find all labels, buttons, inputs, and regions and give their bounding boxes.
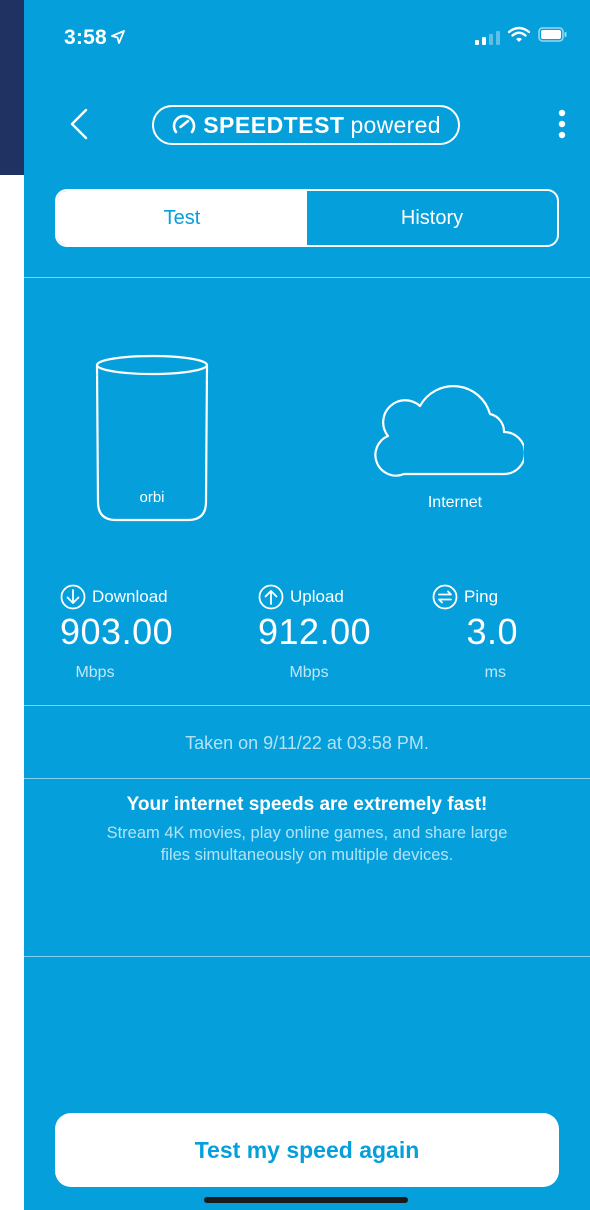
internet-label: Internet [427,494,483,511]
speedometer-icon [172,114,196,134]
upload-label: Upload [290,587,344,606]
back-button[interactable] [64,102,96,146]
tab-test[interactable]: Test [57,191,307,245]
status-icons [475,26,568,48]
cloud-icon [374,385,524,477]
battery-icon [538,27,568,47]
divider [24,277,590,278]
divider [24,778,590,779]
download-metric: Download 903.00 Mbps [60,584,173,682]
ping-value: 3.0 [466,611,518,652]
ping-metric: Ping 3.0 ms [432,584,520,682]
tab-bar: Test History [55,189,559,247]
tab-history[interactable]: History [307,191,557,245]
location-arrow-icon [110,26,125,50]
result-description: Stream 4K movies, play online games, and… [106,824,508,864]
download-value: 903.00 [60,611,174,652]
orbi-router-illustration: orbi [95,354,209,522]
chevron-left-icon [70,108,88,140]
wifi-icon [507,26,531,48]
divider [24,705,590,706]
test-again-button[interactable]: Test my speed again [55,1113,559,1187]
arrow-down-circle-icon [60,584,86,610]
result-headline: Your internet speeds are extremely fast! [126,794,488,815]
download-unit: Mbps [75,664,115,681]
ping-circle-icon [432,584,458,610]
upload-metric: Upload 912.00 Mbps [258,584,371,682]
signal-bars-icon [475,29,500,45]
arrow-up-circle-icon [258,584,284,610]
ping-unit: ms [484,664,506,681]
upload-value: 912.00 [258,611,372,652]
ping-label: Ping [464,587,499,606]
home-indicator [204,1197,408,1203]
status-time-text: 3:58 [64,26,107,49]
more-vertical-icon [558,109,566,139]
divider [24,956,590,957]
taken-timestamp: Taken on 9/11/22 at 03:58 PM. [185,733,429,753]
speedtest-screen: 3:58 SPEEDTEST powered Test History orbi… [24,0,590,1210]
more-menu-button[interactable] [550,102,574,146]
status-time: 3:58 [64,26,125,50]
brand-name: SPEEDTEST [203,111,345,138]
speedtest-logo: SPEEDTEST powered [152,105,460,145]
download-label: Download [92,587,168,606]
brand-suffix: powered [350,111,441,138]
router-label: orbi [139,489,164,506]
upload-unit: Mbps [289,664,329,681]
